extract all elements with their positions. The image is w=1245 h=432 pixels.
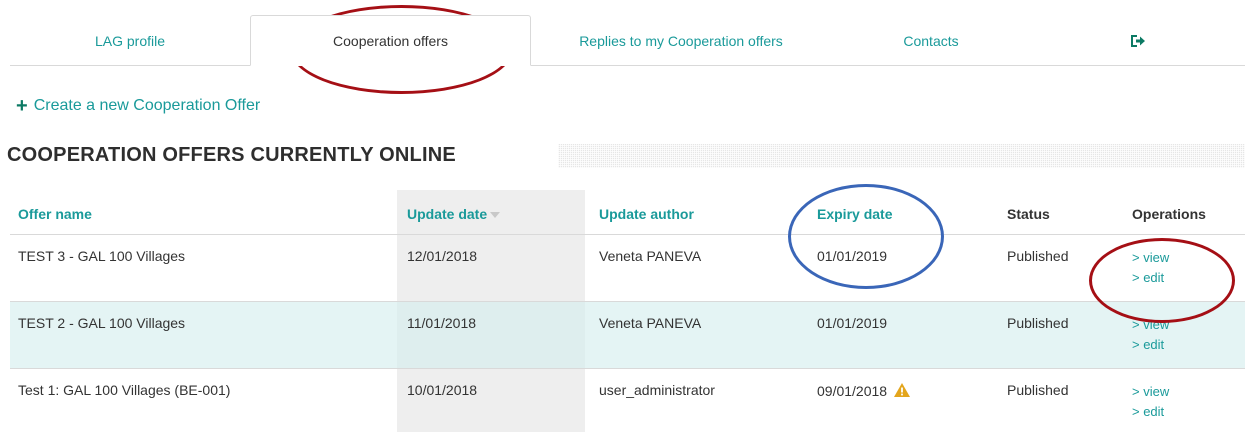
view-link[interactable]: > view: [1132, 248, 1169, 268]
tab-contacts[interactable]: Contacts: [831, 15, 1031, 66]
operations: > view > edit: [1132, 248, 1169, 288]
table-header: Offer name Update date Update author Exp…: [10, 190, 1245, 235]
update-author: Veneta PANEVA: [599, 315, 702, 331]
header-status: Status: [1007, 206, 1050, 222]
update-date: 11/01/2018: [407, 315, 477, 331]
offer-name: TEST 2 - GAL 100 Villages: [18, 315, 186, 331]
logout-icon: [1131, 34, 1145, 47]
expiry-date: 01/01/2019: [817, 315, 888, 331]
table-row: TEST 3 - GAL 100 Villages 12/01/2018 Ven…: [10, 235, 1245, 302]
offer-name: Test 1: GAL 100 Villages (BE-001): [18, 382, 231, 398]
title-decoration: [558, 144, 1245, 168]
edit-link[interactable]: > edit: [1132, 402, 1169, 422]
sort-desc-icon: [490, 212, 501, 219]
header-operations: Operations: [1132, 206, 1206, 222]
section-title: COOPERATION OFFERS CURRENTLY ONLINE: [7, 144, 456, 166]
header-update-date[interactable]: Update date: [407, 206, 501, 222]
update-date: 10/01/2018: [407, 382, 478, 398]
tab-bar: LAG profile Cooperation offers Replies t…: [10, 15, 1245, 67]
update-author: user_administrator: [599, 382, 715, 398]
tab-cooperation-offers[interactable]: Cooperation offers: [250, 15, 531, 66]
edit-link[interactable]: > edit: [1132, 268, 1169, 288]
status: Published: [1007, 248, 1069, 264]
warning-icon: [894, 383, 911, 397]
header-update-author[interactable]: Update author: [599, 206, 694, 222]
table-row: Test 1: GAL 100 Villages (BE-001) 10/01/…: [10, 369, 1245, 432]
offer-name: TEST 3 - GAL 100 Villages: [18, 248, 186, 264]
offers-table: Offer name Update date Update author Exp…: [10, 190, 1245, 432]
view-link[interactable]: > view: [1132, 382, 1169, 402]
logout-button[interactable]: [1031, 15, 1245, 66]
operations: > view > edit: [1132, 315, 1169, 355]
header-offer-name[interactable]: Offer name: [18, 206, 92, 222]
tab-replies[interactable]: Replies to my Cooperation offers: [531, 15, 831, 66]
edit-link[interactable]: > edit: [1132, 335, 1169, 355]
header-expiry-date[interactable]: Expiry date: [817, 206, 892, 222]
operations: > view > edit: [1132, 382, 1169, 422]
status: Published: [1007, 382, 1069, 398]
expiry-date: 01/01/2019: [817, 248, 888, 264]
expiry-date-value: 09/01/2018: [817, 383, 888, 399]
tab-lag-profile[interactable]: LAG profile: [10, 15, 250, 66]
table-row: TEST 2 - GAL 100 Villages 11/01/2018 Ven…: [10, 302, 1245, 369]
create-offer-link[interactable]: + Create a new Cooperation Offer: [16, 95, 261, 117]
plus-icon: +: [16, 95, 28, 117]
header-update-date-label: Update date: [407, 206, 488, 222]
update-date: 12/01/2018: [407, 248, 478, 264]
expiry-date: 09/01/2018: [817, 382, 911, 399]
update-author: Veneta PANEVA: [599, 248, 702, 264]
status: Published: [1007, 315, 1069, 331]
create-offer-label: Create a new Cooperation Offer: [33, 97, 261, 114]
view-link[interactable]: > view: [1132, 315, 1169, 335]
